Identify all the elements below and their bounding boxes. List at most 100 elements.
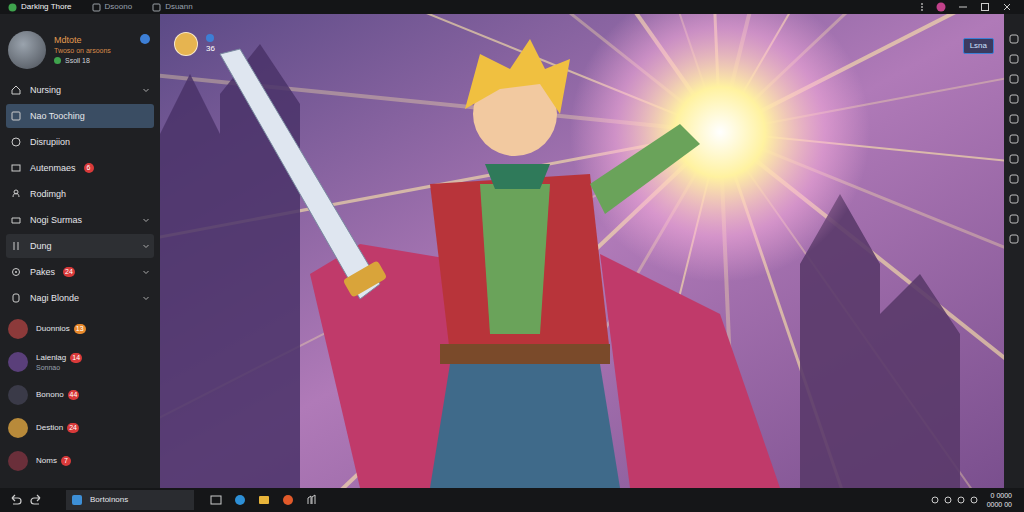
title-bar: Darking Thore Dsoono Dsuann xyxy=(0,0,1024,14)
right-rail xyxy=(1004,14,1024,488)
folder-icon[interactable] xyxy=(258,494,270,506)
friend-item[interactable]: Duonnios13 xyxy=(0,316,160,342)
sidebar-list: Nursing Nao Tooching Disrupiion Autenmaes6 R… xyxy=(0,78,160,310)
sidebar-item[interactable]: Nao Tooching xyxy=(6,104,154,128)
content-avatar xyxy=(174,32,198,56)
friend-badge: 14 xyxy=(70,353,82,363)
rail-icon[interactable] xyxy=(1009,114,1019,124)
item-icon xyxy=(10,214,22,226)
sidebar-item[interactable]: Dung xyxy=(6,234,154,258)
content-count: 36 xyxy=(206,44,215,54)
chevron-icon xyxy=(142,268,150,276)
tray-icon[interactable] xyxy=(931,496,939,504)
back-icon[interactable] xyxy=(8,493,22,507)
window-tab[interactable]: Dsuann xyxy=(148,0,197,14)
item-icon xyxy=(10,188,22,200)
profile-avatar xyxy=(8,31,46,69)
friend-badge: 7 xyxy=(61,456,71,466)
item-icon xyxy=(10,84,22,96)
friend-name: Duonnios xyxy=(36,324,70,334)
browser-icon[interactable] xyxy=(282,494,294,506)
item-label: Nursing xyxy=(30,85,61,96)
tray-icon[interactable] xyxy=(970,496,978,504)
window-tab[interactable]: Dsoono xyxy=(88,0,137,14)
window-tab[interactable]: Darking Thore xyxy=(4,0,76,14)
sidebar-item[interactable]: Nogi Surmas xyxy=(6,208,154,232)
sidebar-item[interactable]: Disrupiion xyxy=(6,130,154,154)
tab-label: Dsoono xyxy=(105,2,133,12)
rail-icon[interactable] xyxy=(1009,214,1019,224)
close-icon[interactable] xyxy=(1002,2,1012,12)
status-dot xyxy=(206,34,214,42)
tab-icon xyxy=(152,3,161,12)
rail-icon[interactable] xyxy=(1009,194,1019,204)
profile-name: Mdtote xyxy=(54,35,111,46)
rail-icon[interactable] xyxy=(1009,234,1019,244)
rail-icon[interactable] xyxy=(1009,74,1019,84)
system-tray: 0 00000000 00 xyxy=(931,491,1016,509)
sidebar-item[interactable]: Rodimgh xyxy=(6,182,154,206)
chevron-icon xyxy=(142,242,150,250)
friend-item[interactable]: Destion24 xyxy=(0,415,160,441)
friend-item[interactable]: Noms 7 xyxy=(0,448,160,474)
clock[interactable]: 0 00000000 00 xyxy=(987,491,1012,509)
rail-icon[interactable] xyxy=(1009,154,1019,164)
rail-icon[interactable] xyxy=(1009,34,1019,44)
taskbar-app-label: Bortoinons xyxy=(90,495,128,505)
store-icon[interactable] xyxy=(306,494,318,506)
tab-label: Dsuann xyxy=(165,2,193,12)
sidebar-item[interactable]: Pakes 24 xyxy=(6,260,154,284)
sidebar-item[interactable]: Nagi Blonde xyxy=(6,286,154,310)
chevron-icon xyxy=(142,86,150,94)
more-icon[interactable] xyxy=(920,2,924,12)
rail-icon[interactable] xyxy=(1009,174,1019,184)
item-label: Dung xyxy=(30,241,52,252)
friend-item[interactable]: Bonono44 xyxy=(0,382,160,408)
tray-icon[interactable] xyxy=(944,496,952,504)
window-icon[interactable] xyxy=(210,494,222,506)
minimize-icon[interactable] xyxy=(958,2,968,12)
item-icon xyxy=(10,162,22,174)
window-controls xyxy=(920,2,1020,12)
taskbar: Bortoinons 0 00000000 00 xyxy=(0,488,1024,512)
item-label: Rodimgh xyxy=(30,189,66,200)
friend-badge: 24 xyxy=(67,423,79,433)
taskbar-icons xyxy=(210,494,318,506)
rail-icon[interactable] xyxy=(1009,54,1019,64)
rail-icon[interactable] xyxy=(1009,134,1019,144)
chevron-icon xyxy=(142,294,150,302)
item-label: Pakes xyxy=(30,267,55,278)
user-icon[interactable] xyxy=(936,2,946,12)
tab-icon xyxy=(92,3,101,12)
item-label: Disrupiion xyxy=(30,137,70,148)
tray-icon[interactable] xyxy=(957,496,965,504)
item-label: Nagi Blonde xyxy=(30,293,79,304)
header-button[interactable]: Lsna xyxy=(963,38,994,54)
friend-sub: Sonnao xyxy=(36,363,82,372)
sidebar-item[interactable]: Nursing xyxy=(6,78,154,102)
rail-icon[interactable] xyxy=(1009,94,1019,104)
maximize-icon[interactable] xyxy=(980,2,990,12)
item-icon xyxy=(10,110,22,122)
taskbar-app[interactable]: Bortoinons xyxy=(66,490,194,510)
item-badge: 24 xyxy=(63,267,75,277)
friend-name: Laienlag xyxy=(36,353,66,363)
friend-name: Noms xyxy=(36,456,57,466)
content-header: 36 xyxy=(174,32,215,56)
friend-avatar xyxy=(8,385,28,405)
profile-status: Twoso on arsoons xyxy=(54,46,111,56)
friends-list: Duonnios13 Laienlag 14Sonnao Bonono44 Destio… xyxy=(0,316,160,474)
clock-time: 0 0000 xyxy=(991,491,1012,500)
friend-item[interactable]: Laienlag 14Sonnao xyxy=(0,349,160,375)
friend-avatar xyxy=(8,352,28,372)
online-dot xyxy=(54,57,61,64)
sidebar-item[interactable]: Autenmaes6 xyxy=(6,156,154,180)
edge-icon[interactable] xyxy=(234,494,246,506)
tab-label: Darking Thore xyxy=(21,2,72,12)
item-label: Autenmaes xyxy=(30,163,76,174)
forward-icon[interactable] xyxy=(30,493,44,507)
friend-badge: 44 xyxy=(68,390,80,400)
clock-date: 0000 00 xyxy=(987,500,1012,509)
main-area: MdtoteTwoso on arsoonsSsoll 18 Nursing Nao… xyxy=(0,14,1024,488)
profile[interactable]: MdtoteTwoso on arsoonsSsoll 18 xyxy=(0,30,160,70)
